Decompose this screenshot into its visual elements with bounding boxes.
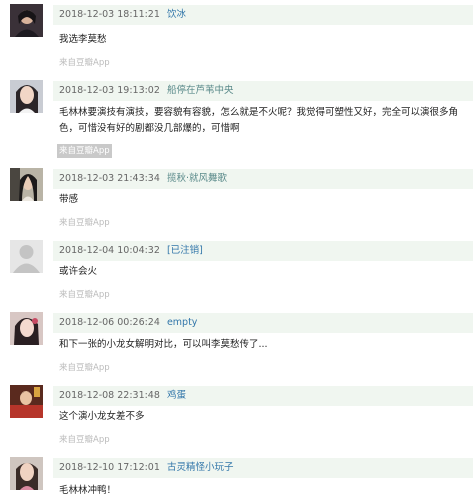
comment-text: 和下一张的小龙女解明对比，可以叫李莫愁传了... xyxy=(59,339,268,350)
comment-text: 毛林林要演技有演技，要容貌有容貌，怎么就是不火呢？我觉得可塑性又好，完全可以演很… xyxy=(59,107,459,134)
comment-time: 2018-12-03 19:13:02 xyxy=(59,85,160,96)
comment-time: 2018-12-03 21:43:34 xyxy=(59,173,160,184)
woman-portrait-avatar-icon xyxy=(10,80,43,113)
comment-text: 这个演小龙女差不多 xyxy=(59,411,145,422)
comment-time: 2018-12-06 00:26:24 xyxy=(59,317,160,328)
avatar[interactable] xyxy=(10,4,43,37)
avatar[interactable] xyxy=(10,457,43,490)
comment-author[interactable]: [已注销] xyxy=(167,245,203,256)
comment-source[interactable]: 来自豆瓣App xyxy=(59,361,110,375)
comment-source[interactable]: 来自豆瓣App xyxy=(59,56,110,70)
avatar[interactable] xyxy=(10,385,43,418)
comment-source[interactable]: 来自豆瓣App xyxy=(59,288,110,302)
comment-list: 2018-12-03 18:11:21 饮冰 我选李莫愁 来自豆瓣App 201… xyxy=(0,0,473,500)
comment-text: 我选李莫愁 xyxy=(59,34,107,45)
costume-avatar-icon xyxy=(10,168,43,201)
comment-author[interactable]: 饮冰 xyxy=(167,9,186,20)
comment-time: 2018-12-03 18:11:21 xyxy=(59,9,160,20)
comment-author[interactable]: 船停在芦苇中央 xyxy=(167,85,234,96)
comment-text: 带感 xyxy=(59,194,79,205)
comment-author[interactable]: empty xyxy=(167,317,197,328)
avatar[interactable] xyxy=(10,240,43,273)
comment-meta: 2018-12-08 22:31:48 鸡蛋 xyxy=(53,386,473,406)
comment-meta: 2018-12-06 00:26:24 empty xyxy=(53,313,473,333)
avatar[interactable] xyxy=(10,168,43,201)
comment-text: 毛林林冲鸭！ xyxy=(59,485,117,496)
comment-meta: 2018-12-04 10:04:32 [已注销] xyxy=(53,241,473,261)
default-user-avatar-icon xyxy=(10,240,43,273)
comment-text: 或许会火 xyxy=(59,266,98,277)
comment-source[interactable]: 来自豆瓣App xyxy=(59,433,110,447)
comment-time: 2018-12-04 10:04:32 xyxy=(59,245,160,256)
comment-time: 2018-12-10 17:12:01 xyxy=(59,462,160,473)
comment-meta: 2018-12-03 21:43:34 揽秋·就风舞歌 xyxy=(53,169,473,189)
comment-author[interactable]: 揽秋·就风舞歌 xyxy=(167,173,227,184)
red-costume-avatar-icon xyxy=(10,385,43,418)
avatar[interactable] xyxy=(10,80,43,113)
comment-source[interactable]: 来自豆瓣App xyxy=(59,216,110,230)
avatar[interactable] xyxy=(10,312,43,345)
comment-time: 2018-12-08 22:31:48 xyxy=(59,390,160,401)
comment-meta: 2018-12-03 18:11:21 饮冰 xyxy=(53,5,473,25)
comment-meta: 2018-12-10 17:12:01 古灵精怪小玩子 xyxy=(53,458,473,478)
comment-source[interactable]: 来自豆瓣App xyxy=(57,144,112,158)
comment-meta: 2018-12-03 19:13:02 船停在芦苇中央 xyxy=(53,81,473,101)
woman-portrait-avatar-icon xyxy=(10,312,43,345)
woman-portrait-avatar-icon xyxy=(10,457,43,490)
comment-author[interactable]: 古灵精怪小玩子 xyxy=(167,462,234,473)
comment-author[interactable]: 鸡蛋 xyxy=(167,390,186,401)
dark-portrait-avatar-icon xyxy=(10,4,43,37)
